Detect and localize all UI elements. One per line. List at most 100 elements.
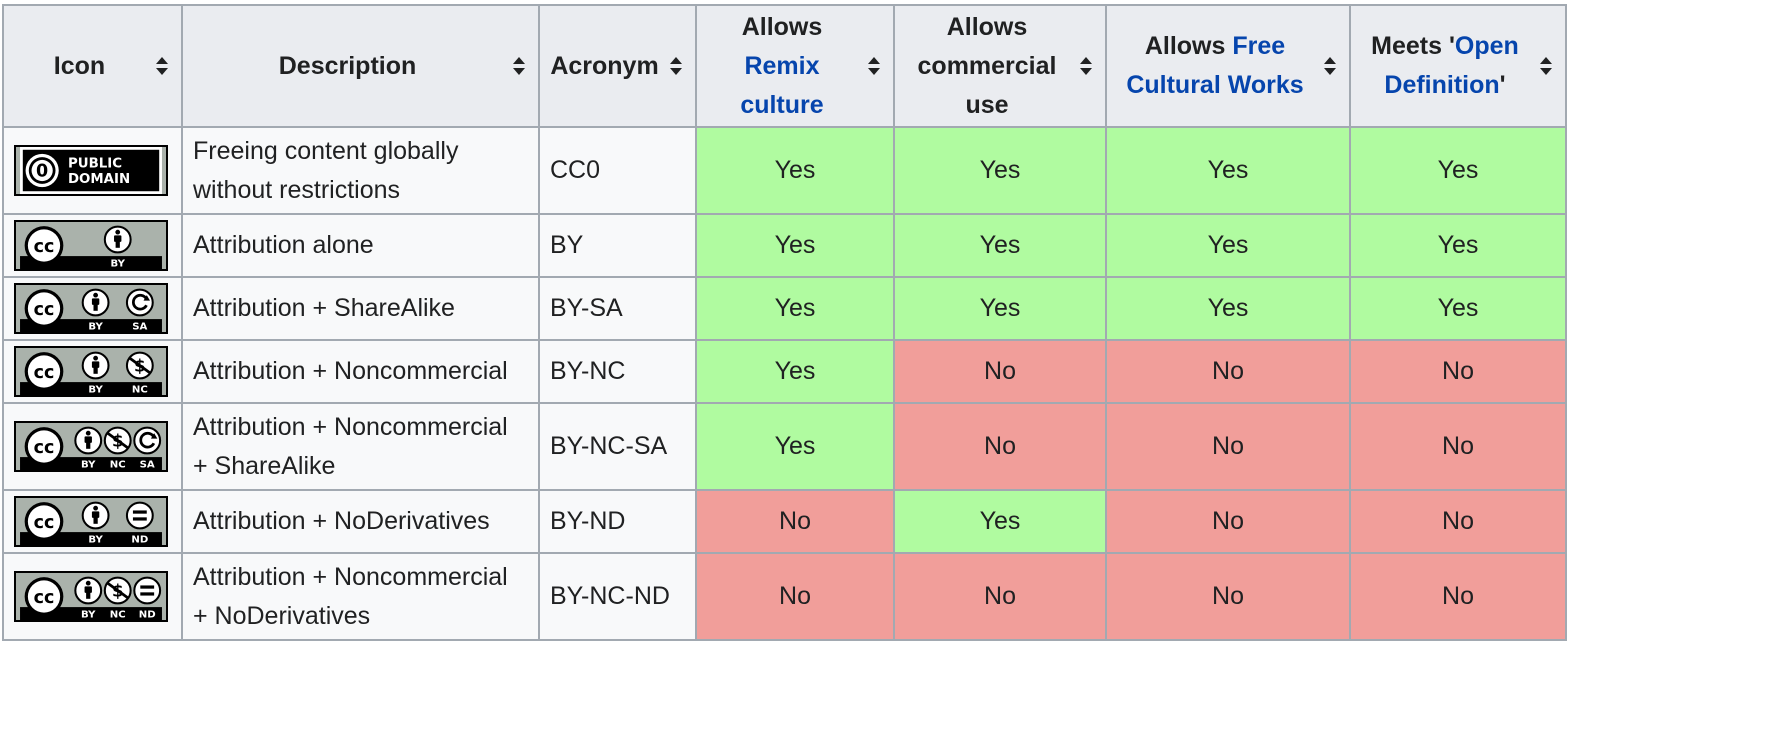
icon-cell: ccBY$NCND <box>2 552 183 641</box>
header-text: Allows <box>741 12 823 41</box>
cc-mark: cc <box>34 513 55 533</box>
open-cell: No <box>1349 402 1567 491</box>
table-row: cc BY SA Attribution + ShareAlike BY-SA Yes Ye… <box>2 276 1567 341</box>
acronym-cell: BY <box>538 213 697 278</box>
open-cell: No <box>1349 489 1567 554</box>
badge-label: ND <box>131 535 148 546</box>
column-header-description[interactable]: Description <box>181 4 540 128</box>
free-cell: No <box>1105 552 1351 641</box>
header-row: Icon Description Acronym Allows Remix cultu… <box>2 4 1567 128</box>
cc-mark: cc <box>34 300 55 320</box>
open-cell: Yes <box>1349 213 1567 278</box>
commercial-cell: No <box>893 402 1107 491</box>
free-cell: No <box>1105 402 1351 491</box>
header-text-after: ' <box>1499 71 1506 99</box>
table-row: cc BY Attribution alone BY Yes Yes Yes Yes <box>2 213 1567 278</box>
acronym-cell: BY-SA <box>538 276 697 341</box>
icon-cell: cc BY SA <box>2 276 183 341</box>
sort-icon[interactable] <box>155 56 169 76</box>
open-cell: No <box>1349 552 1567 641</box>
remix-cell: Yes <box>695 339 895 404</box>
sort-icon[interactable] <box>1079 56 1093 76</box>
column-header-remix[interactable]: Allows Remix culture <box>695 4 895 128</box>
cc-by-nc-nd-badge: ccBY$NCND <box>14 571 168 622</box>
header-text: Meets ' <box>1371 32 1455 60</box>
badge-label: BY <box>88 535 103 546</box>
badge-label: ND <box>139 610 156 621</box>
icon-cell: 0 PUBLIC DOMAIN <box>2 126 183 215</box>
badge-label: BY <box>81 610 96 621</box>
cc-mark: cc <box>34 237 55 257</box>
license-table: Icon Description Acronym Allows Remix cultu… <box>2 4 1567 641</box>
cc-by-nc-sa-badge: ccBY$NCSA <box>14 421 168 472</box>
free-cell: Yes <box>1105 126 1351 215</box>
column-header-label: Allows Remix culture <box>740 13 823 119</box>
remix-cell: Yes <box>695 213 895 278</box>
remix-cell: Yes <box>695 402 895 491</box>
description-cell: Attribution + Noncommercial + ShareAlike <box>181 402 540 491</box>
header-text: Acronym <box>550 51 659 80</box>
sort-icon[interactable] <box>1539 56 1553 76</box>
cc-mark: cc <box>34 438 55 458</box>
badge-label: BY <box>110 259 125 270</box>
commercial-cell: No <box>893 552 1107 641</box>
description-cell: Attribution alone <box>181 213 540 278</box>
table-row: ccBY$NCAttribution + NoncommercialBY-NCY… <box>2 339 1567 404</box>
acronym-cell: BY-NC-SA <box>538 402 697 491</box>
column-header-open[interactable]: Meets 'Open Definition' <box>1349 4 1567 128</box>
acronym-cell: BY-NC-ND <box>538 552 697 641</box>
column-header-free[interactable]: Allows Free Cultural Works <box>1105 4 1351 128</box>
badge-label: NC <box>132 385 148 396</box>
header-text: Allows <box>1144 32 1226 60</box>
badge-label: NC <box>110 460 126 471</box>
icon-cell: cc BY ND <box>2 489 183 554</box>
acronym-cell: BY-NC <box>538 339 697 404</box>
icon-cell: ccBY$NC <box>2 339 183 404</box>
badge-label: NC <box>110 610 126 621</box>
sort-icon[interactable] <box>669 56 683 76</box>
column-header-commercial[interactable]: Allows commercial use <box>893 4 1107 128</box>
free-cell: No <box>1105 489 1351 554</box>
column-header-label: Icon <box>54 52 105 80</box>
column-header-label: Acronym <box>550 52 658 80</box>
description-cell: Attribution + ShareAlike <box>181 276 540 341</box>
column-header-label: Allows Free Cultural Works <box>1126 32 1303 99</box>
remix-cell: Yes <box>695 276 895 341</box>
acronym-cell: BY-ND <box>538 489 697 554</box>
badge-label: BY <box>88 385 103 396</box>
badge-label: SA <box>140 460 155 471</box>
description-cell: Attribution + Noncommercial + NoDerivati… <box>181 552 540 641</box>
remix-cell: No <box>695 489 895 554</box>
acronym-cell: CC0 <box>538 126 697 215</box>
table-row: cc BY ND Attribution + NoDerivatives BY-ND No… <box>2 489 1567 554</box>
commercial-cell: Yes <box>893 126 1107 215</box>
badge-text: DOMAIN <box>68 172 130 187</box>
table-row: ccBY$NCNDAttribution + Noncommercial + N… <box>2 552 1567 641</box>
column-header-label: Allows commercial use <box>918 13 1057 119</box>
open-cell: Yes <box>1349 276 1567 341</box>
sort-icon[interactable] <box>1323 56 1337 76</box>
badge-label: BY <box>81 460 96 471</box>
sort-icon[interactable] <box>867 56 881 76</box>
column-header-acronym[interactable]: Acronym <box>538 4 697 128</box>
icon-cell: ccBY$NCSA <box>2 402 183 491</box>
badge-text: PUBLIC <box>68 156 122 171</box>
column-header-label: Description <box>279 52 417 80</box>
commercial-cell: Yes <box>893 489 1107 554</box>
column-header-icon[interactable]: Icon <box>2 4 183 128</box>
cc-by-nd-badge: cc BY ND <box>14 496 168 547</box>
cc-by-sa-badge: cc BY SA <box>14 283 168 334</box>
badge-label: BY <box>88 322 103 333</box>
sort-icon[interactable] <box>512 56 526 76</box>
header-link[interactable]: Remix culture <box>740 52 823 119</box>
column-header-label: Meets 'Open Definition' <box>1371 32 1519 99</box>
description-cell: Attribution + Noncommercial <box>181 339 540 404</box>
table-row: ccBY$NCSAAttribution + Noncommercial + S… <box>2 402 1567 491</box>
badge-label: SA <box>132 322 147 333</box>
free-cell: Yes <box>1105 276 1351 341</box>
open-cell: No <box>1349 339 1567 404</box>
cc-mark: cc <box>34 363 55 383</box>
commercial-cell: Yes <box>893 276 1107 341</box>
header-text: Description <box>278 51 417 80</box>
cc-mark: cc <box>34 588 55 608</box>
